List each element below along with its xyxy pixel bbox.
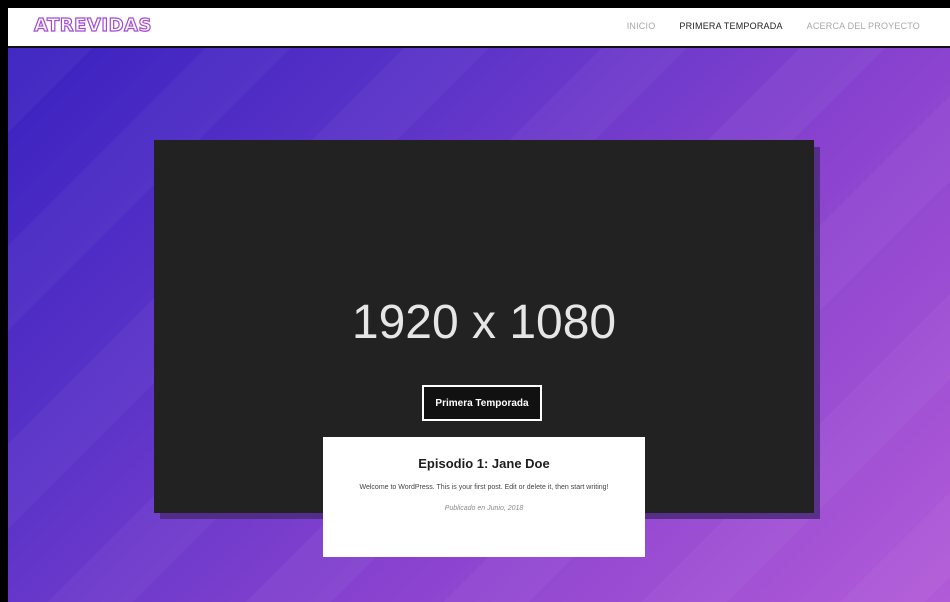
site-logo[interactable]: ATREVIDAS bbox=[33, 14, 152, 36]
image-dimensions-label: 1920 x 1080 bbox=[351, 296, 617, 349]
post-card: Episodio 1: Jane Doe Welcome to WordPres… bbox=[323, 437, 645, 557]
primera-temporada-button[interactable]: Primera Temporada bbox=[422, 385, 542, 421]
post-excerpt: Welcome to WordPress. This is your first… bbox=[359, 484, 609, 491]
browser-viewport: ATREVIDAS INICIO PRIMERA TEMPORADA ACERC… bbox=[8, 8, 950, 602]
nav-item-primera-temporada[interactable]: PRIMERA TEMPORADA bbox=[667, 21, 794, 31]
nav-item-inicio[interactable]: INICIO bbox=[615, 21, 668, 31]
site-header: ATREVIDAS INICIO PRIMERA TEMPORADA ACERC… bbox=[8, 8, 950, 48]
hero-section: 1920 x 1080 Primera Temporada Episodio 1… bbox=[8, 48, 950, 602]
post-title[interactable]: Episodio 1: Jane Doe bbox=[323, 456, 645, 471]
nav-item-acerca-del-proyecto[interactable]: ACERCA DEL PROYECTO bbox=[795, 21, 932, 31]
main-navigation: INICIO PRIMERA TEMPORADA ACERCA DEL PROY… bbox=[615, 21, 932, 31]
post-meta: Publicado en Junio, 2018 bbox=[444, 505, 524, 512]
